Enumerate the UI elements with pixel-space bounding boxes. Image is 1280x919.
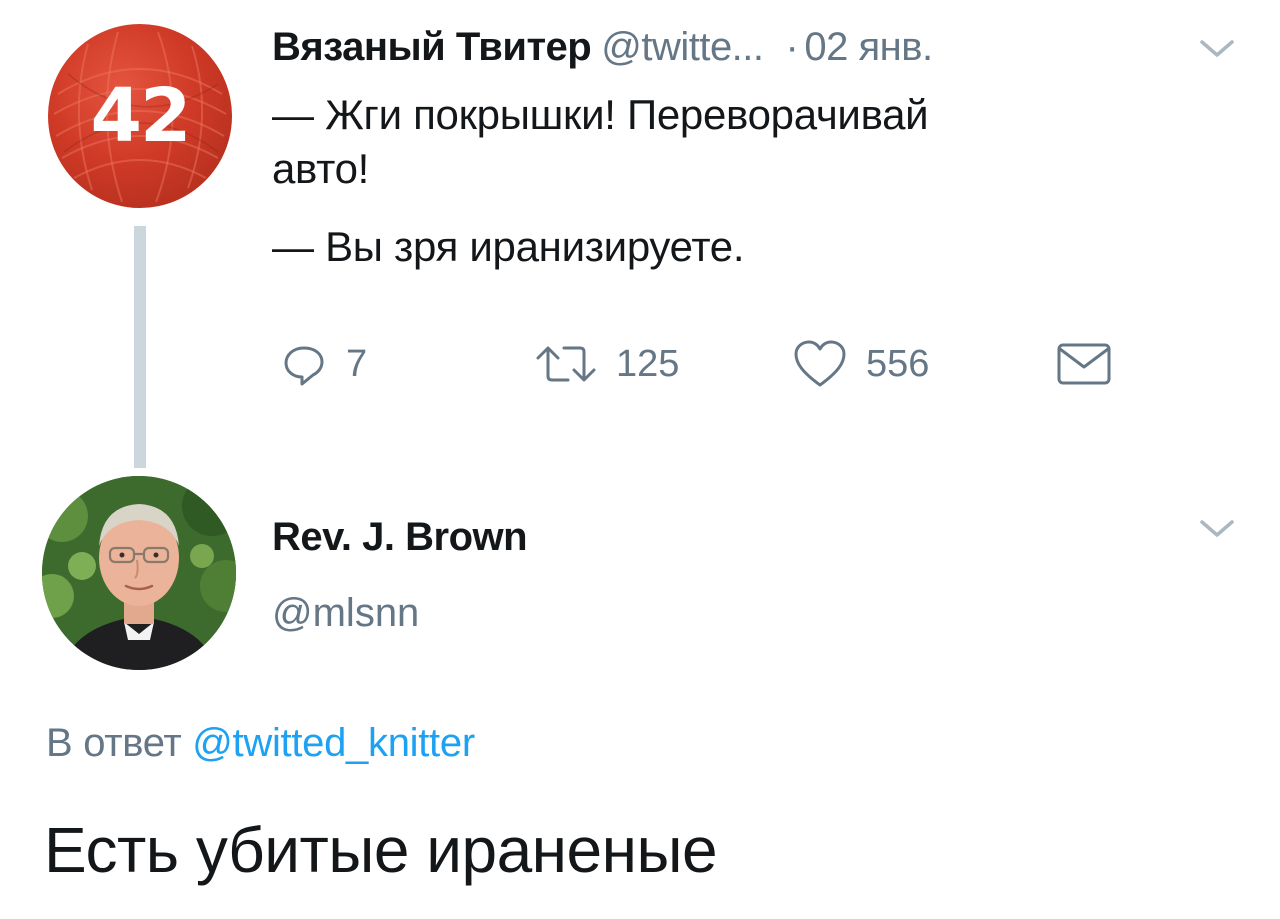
avatar-rev-brown[interactable] bbox=[42, 476, 236, 670]
retweet-button[interactable]: 125 bbox=[534, 336, 679, 392]
retweet-count: 125 bbox=[616, 343, 680, 385]
reply-to-mention-link[interactable]: @twitted_knitter bbox=[192, 721, 475, 765]
tweet-text-line: — Вы зря иранизируете. bbox=[272, 223, 745, 270]
person-photo-icon bbox=[42, 476, 236, 670]
tweet-text: Есть убитые ираненые bbox=[44, 814, 718, 886]
avatar-knitted-twitter[interactable]: 42 bbox=[48, 24, 232, 208]
avatar-badge-number: 42 bbox=[90, 73, 192, 159]
retweet-icon bbox=[536, 346, 596, 382]
reply-button[interactable]: 7 bbox=[280, 336, 367, 392]
tweet-text-line: авто! bbox=[272, 145, 370, 192]
display-name[interactable]: Rev. J. Brown bbox=[272, 512, 528, 562]
reply-icon bbox=[284, 346, 324, 386]
tweet-header: Вязаный Твитер @twitte... · 02 янв. bbox=[272, 22, 933, 72]
like-count: 556 bbox=[866, 343, 930, 385]
tweet-thread: 42 Вязаный Твитер @twitte... · 02 янв. — Жг… bbox=[0, 0, 1280, 919]
reply-count: 7 bbox=[346, 343, 368, 385]
like-button[interactable]: 556 bbox=[792, 336, 929, 392]
display-name[interactable]: Вязаный Твитер bbox=[272, 25, 592, 69]
envelope-icon bbox=[1057, 343, 1111, 385]
tweet-date[interactable]: 02 янв. bbox=[804, 25, 933, 69]
user-handle[interactable]: @mlsnn bbox=[272, 588, 419, 638]
chevron-down-icon[interactable] bbox=[1198, 36, 1236, 60]
chevron-down-icon[interactable] bbox=[1198, 516, 1236, 540]
separator-dot: · bbox=[785, 25, 799, 69]
tweet-text: — Жги покрышки! Переворачивай авто! — Вы… bbox=[272, 88, 1172, 274]
tweet-text-line: — Жги покрышки! Переворачивай bbox=[272, 91, 929, 138]
reply-to-context: В ответ @twitted_knitter bbox=[46, 718, 475, 768]
thread-connector-line bbox=[134, 226, 146, 468]
heart-icon bbox=[794, 340, 846, 387]
reply-to-label: В ответ bbox=[46, 721, 182, 765]
user-handle[interactable]: @twitte... bbox=[601, 25, 764, 69]
direct-message-button[interactable] bbox=[1056, 336, 1112, 392]
